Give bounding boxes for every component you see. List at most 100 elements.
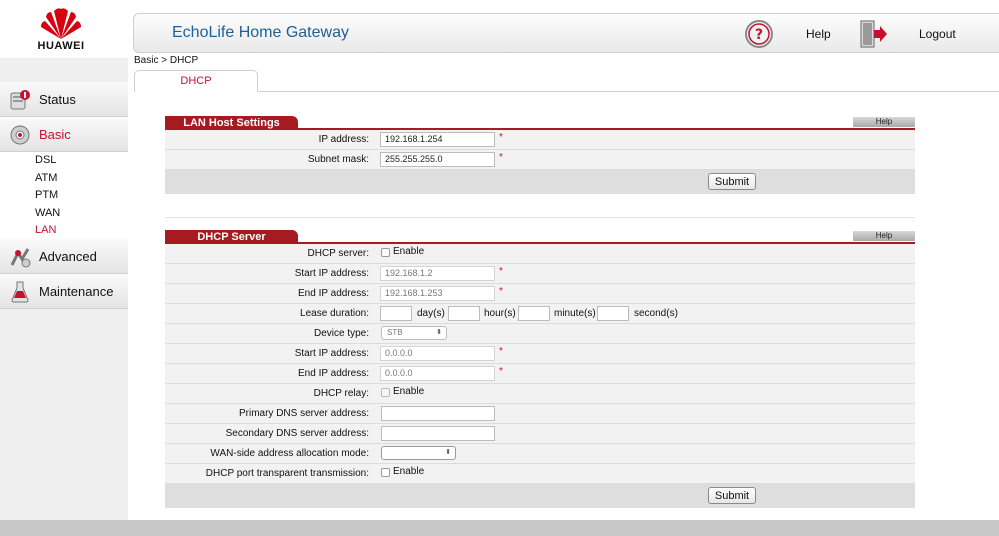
end-ip-input[interactable]: 192.168.1.253 bbox=[380, 286, 495, 301]
tab-divider bbox=[258, 91, 999, 92]
dhcp-server-enable-checkbox[interactable] bbox=[381, 248, 390, 257]
secondary-dns-label: Secondary DNS server address: bbox=[225, 428, 369, 439]
seconds-unit: second(s) bbox=[634, 308, 678, 319]
end-ip-label: End IP address: bbox=[298, 368, 369, 379]
subnav-item-dsl[interactable]: DSL bbox=[35, 154, 56, 166]
sidebar-item-label: Advanced bbox=[39, 249, 97, 264]
primary-dns-input[interactable] bbox=[381, 406, 495, 421]
wan-alloc-select[interactable]: ⬍ bbox=[381, 446, 456, 460]
sidebar-item-label: Status bbox=[39, 92, 76, 107]
form-row-end-ip: End IP address: 192.168.1.253 * bbox=[165, 284, 915, 304]
lan-host-submit-button[interactable]: Submit bbox=[708, 173, 756, 190]
svg-text:?: ? bbox=[755, 27, 763, 43]
subnav-item-atm[interactable]: ATM bbox=[35, 172, 57, 184]
lease-days-input[interactable] bbox=[380, 306, 412, 321]
form-row-start-ip: Start IP address: 192.168.1.2 * bbox=[165, 264, 915, 284]
enable-label: Enable bbox=[393, 386, 425, 397]
end-ip-label: End IP address: bbox=[298, 288, 369, 299]
section-header: LAN Host Settings Help bbox=[165, 116, 915, 130]
secondary-dns-input[interactable] bbox=[381, 426, 495, 441]
dhcp-relay-label: DHCP relay: bbox=[313, 388, 369, 399]
minutes-unit: minute(s) bbox=[554, 308, 596, 319]
start-ip-label: Start IP address: bbox=[294, 268, 369, 279]
form-row-device-type: Device type: STB ⬍ bbox=[165, 324, 915, 344]
sidebar: HUAWEI Status Basic DSL ATM PTM WAN LAN bbox=[0, 0, 128, 536]
required-mark: * bbox=[499, 366, 503, 377]
required-mark: * bbox=[499, 346, 503, 357]
section-title: LAN Host Settings bbox=[165, 116, 298, 130]
required-mark: * bbox=[499, 152, 503, 163]
primary-dns-label: Primary DNS server address: bbox=[238, 408, 369, 419]
start-ip-label: Start IP address: bbox=[294, 348, 369, 359]
chevron-updown-icon: ⬍ bbox=[436, 329, 442, 336]
form-row-primary-dns: Primary DNS server address: bbox=[165, 404, 915, 424]
subnav-item-lan[interactable]: LAN bbox=[35, 224, 56, 236]
logout-link[interactable]: Logout bbox=[919, 27, 956, 41]
ip-address-input[interactable]: 192.168.1.254 bbox=[380, 132, 495, 147]
subnet-mask-input[interactable]: 255.255.255.0 bbox=[380, 152, 495, 167]
dhcp-server-label: DHCP server: bbox=[307, 248, 370, 259]
device-type-label: Device type: bbox=[313, 328, 369, 339]
form-row-port-transparent: DHCP port transparent transmission: Enab… bbox=[165, 464, 915, 484]
dhcp-server-section: DHCP Server Help DHCP server: Enable Sta… bbox=[165, 230, 915, 508]
form-row-mask: Subnet mask: 255.255.255.0 * bbox=[165, 150, 915, 170]
status-icon bbox=[10, 90, 30, 110]
device-type-selected: STB bbox=[387, 328, 403, 337]
sidebar-item-label: Basic bbox=[39, 127, 71, 142]
required-mark: * bbox=[499, 266, 503, 277]
port-transparent-enable-checkbox[interactable] bbox=[381, 468, 390, 477]
bottom-bar bbox=[0, 520, 999, 536]
lease-seconds-input[interactable] bbox=[597, 306, 629, 321]
dhcp-relay-enable-checkbox[interactable] bbox=[381, 388, 390, 397]
dhcp-server-submit-button[interactable]: Submit bbox=[708, 487, 756, 504]
app-title: EchoLife Home Gateway bbox=[172, 24, 349, 41]
sidebar-item-advanced[interactable]: Advanced bbox=[0, 239, 128, 274]
maintenance-icon bbox=[11, 281, 29, 303]
subnav-item-wan[interactable]: WAN bbox=[35, 207, 60, 219]
huawei-flower-icon bbox=[41, 8, 81, 40]
lease-minutes-input[interactable] bbox=[518, 306, 550, 321]
lan-host-settings-section: LAN Host Settings Help IP address: 192.1… bbox=[165, 116, 915, 194]
basic-submenu: DSL ATM PTM WAN LAN bbox=[0, 152, 128, 240]
chevron-updown-icon: ⬍ bbox=[445, 449, 451, 456]
wan-alloc-label: WAN-side address allocation mode: bbox=[210, 448, 369, 459]
start-ip-2-input[interactable]: 0.0.0.0 bbox=[380, 346, 495, 361]
breadcrumb: Basic > DHCP bbox=[134, 55, 199, 66]
tab-dhcp[interactable]: DHCP bbox=[134, 70, 258, 92]
huawei-logo: HUAWEI bbox=[0, 0, 128, 58]
form-row-ip: IP address: 192.168.1.254 * bbox=[165, 130, 915, 150]
subnav-item-ptm[interactable]: PTM bbox=[35, 189, 58, 201]
hours-unit: hour(s) bbox=[484, 308, 516, 319]
end-ip-2-input[interactable]: 0.0.0.0 bbox=[380, 366, 495, 381]
required-mark: * bbox=[499, 132, 503, 143]
enable-label: Enable bbox=[393, 466, 425, 477]
form-row-secondary-dns: Secondary DNS server address: bbox=[165, 424, 915, 444]
form-row-end-ip-2: End IP address: 0.0.0.0 * bbox=[165, 364, 915, 384]
enable-label: Enable bbox=[393, 246, 425, 257]
submit-row: Submit bbox=[165, 170, 915, 194]
sidebar-item-basic[interactable]: Basic bbox=[0, 117, 128, 152]
logout-icon[interactable] bbox=[858, 19, 888, 49]
help-icon[interactable]: ? bbox=[744, 19, 774, 49]
section-separator bbox=[165, 217, 915, 218]
start-ip-input[interactable]: 192.168.1.2 bbox=[380, 266, 495, 281]
days-unit: day(s) bbox=[417, 308, 445, 319]
form-row-start-ip-2: Start IP address: 0.0.0.0 * bbox=[165, 344, 915, 364]
section-help-button[interactable]: Help bbox=[853, 117, 915, 127]
sidebar-item-maintenance[interactable]: Maintenance bbox=[0, 274, 128, 309]
sidebar-item-status[interactable]: Status bbox=[0, 82, 128, 117]
form-row-wan-alloc: WAN-side address allocation mode: ⬍ bbox=[165, 444, 915, 464]
lease-hours-input[interactable] bbox=[448, 306, 480, 321]
section-help-button[interactable]: Help bbox=[853, 231, 915, 241]
form-row-dhcp-relay: DHCP relay: Enable bbox=[165, 384, 915, 404]
form-row-dhcp-server: DHCP server: Enable bbox=[165, 244, 915, 264]
device-type-select[interactable]: STB ⬍ bbox=[381, 326, 447, 340]
help-link[interactable]: Help bbox=[806, 27, 831, 41]
sidebar-item-label: Maintenance bbox=[39, 284, 114, 299]
ip-address-label: IP address: bbox=[318, 134, 369, 145]
port-transparent-label: DHCP port transparent transmission: bbox=[205, 468, 369, 479]
header-bar: EchoLife Home Gateway ? Help Logout bbox=[133, 13, 999, 53]
lease-duration-label: Lease duration: bbox=[300, 308, 369, 319]
required-mark: * bbox=[499, 286, 503, 297]
advanced-icon bbox=[10, 248, 31, 268]
